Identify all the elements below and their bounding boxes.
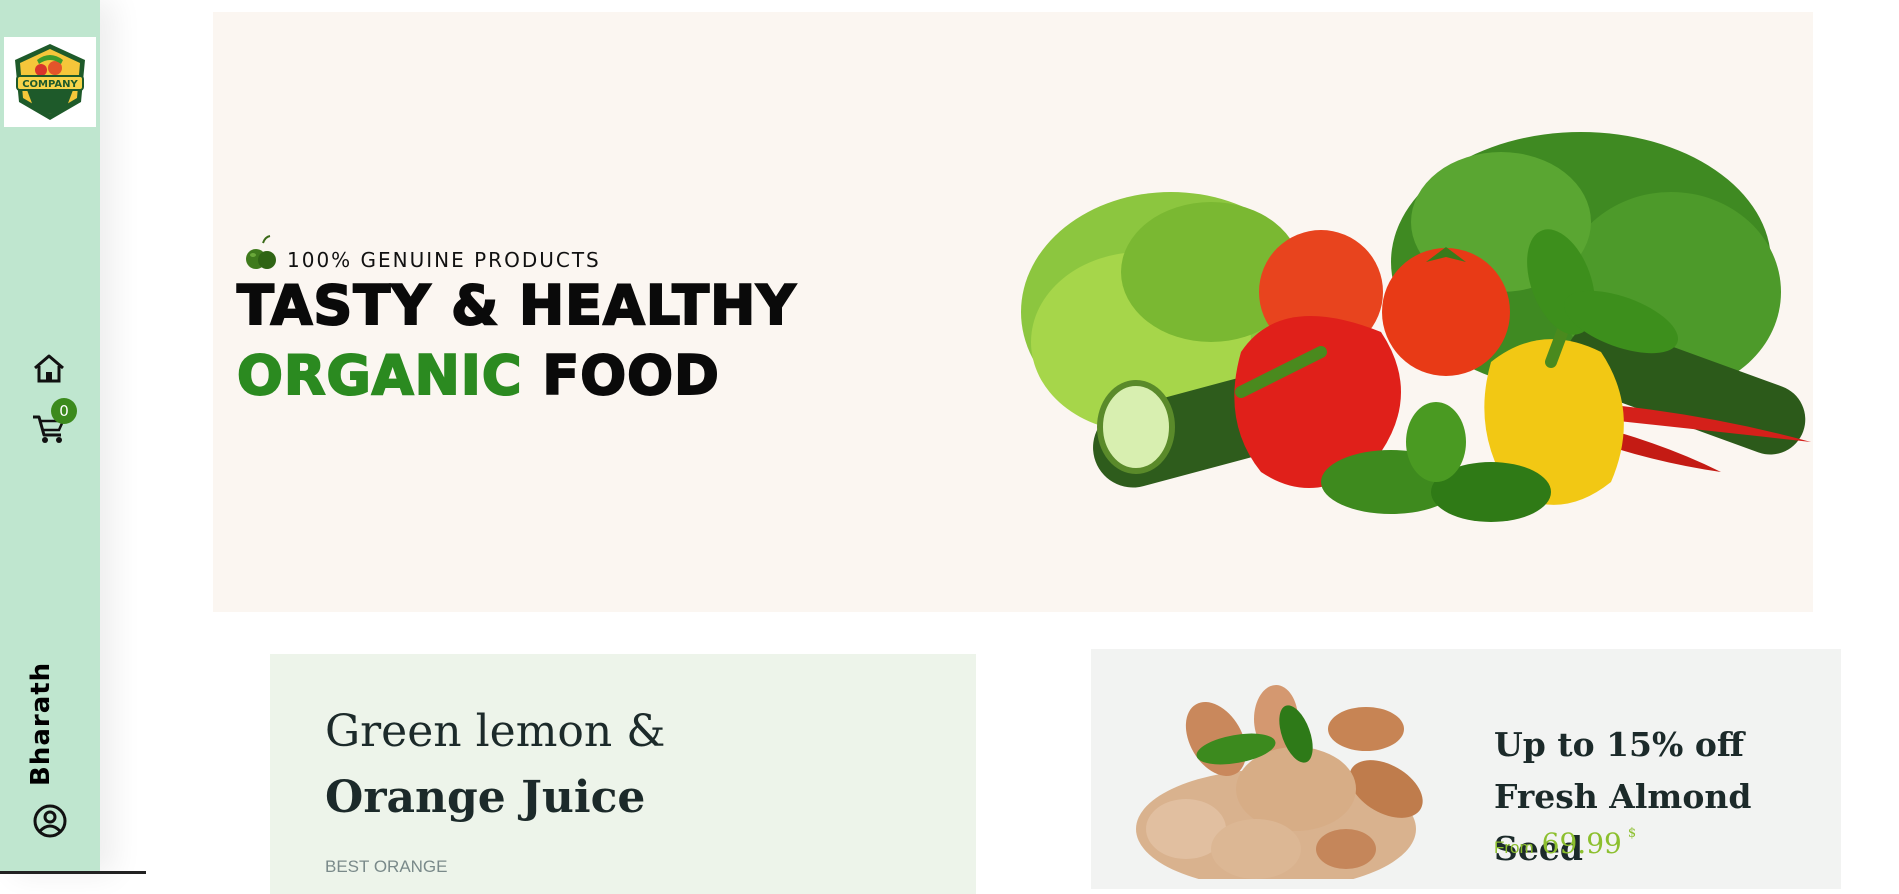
- price-currency: $: [1627, 826, 1637, 841]
- apple-icon: [246, 235, 276, 269]
- promo-juice-line2: Orange Juice: [325, 772, 646, 823]
- promo-almond-price: From 69.99 $: [1494, 826, 1637, 860]
- sidebar: COMPANY 0 Bharath: [0, 0, 100, 874]
- logo-text: COMPANY: [22, 79, 78, 90]
- almonds-image: [1136, 685, 1423, 879]
- hero-title-rest: FOOD: [541, 343, 720, 408]
- promo-card-juice[interactable]: Green lemon & Orange Juice BEST ORANGE: [270, 654, 976, 894]
- hero-title-highlight: ORGANIC: [236, 343, 523, 408]
- price-value: 69.99: [1541, 827, 1622, 860]
- hero-banner: 100% GENUINE PRODUCTS TASTY & HEALTHY OR…: [213, 12, 1813, 612]
- vegetables-image: [1021, 132, 1811, 522]
- hero-title-line2: ORGANIC FOOD: [236, 343, 720, 408]
- logo-emblem: COMPANY: [15, 44, 85, 120]
- cart-count-badge: 0: [51, 398, 77, 424]
- company-logo[interactable]: COMPANY: [4, 37, 96, 127]
- price-from-label: From: [1494, 838, 1534, 857]
- promo-juice-subtitle: BEST ORANGE: [325, 857, 448, 876]
- user-name[interactable]: Bharath: [26, 662, 56, 786]
- home-icon[interactable]: [31, 352, 67, 384]
- promo-card-almond[interactable]: Up to 15% off Fresh Almond Seed From 69.…: [1091, 649, 1841, 889]
- promo-juice-line1: Green lemon &: [325, 706, 666, 757]
- tagline-text: 100% GENUINE PRODUCTS: [287, 248, 601, 272]
- user-icon[interactable]: [32, 803, 68, 839]
- hero-title-line1: TASTY & HEALTHY: [236, 273, 797, 338]
- hero-tagline: 100% GENUINE PRODUCTS: [243, 234, 601, 272]
